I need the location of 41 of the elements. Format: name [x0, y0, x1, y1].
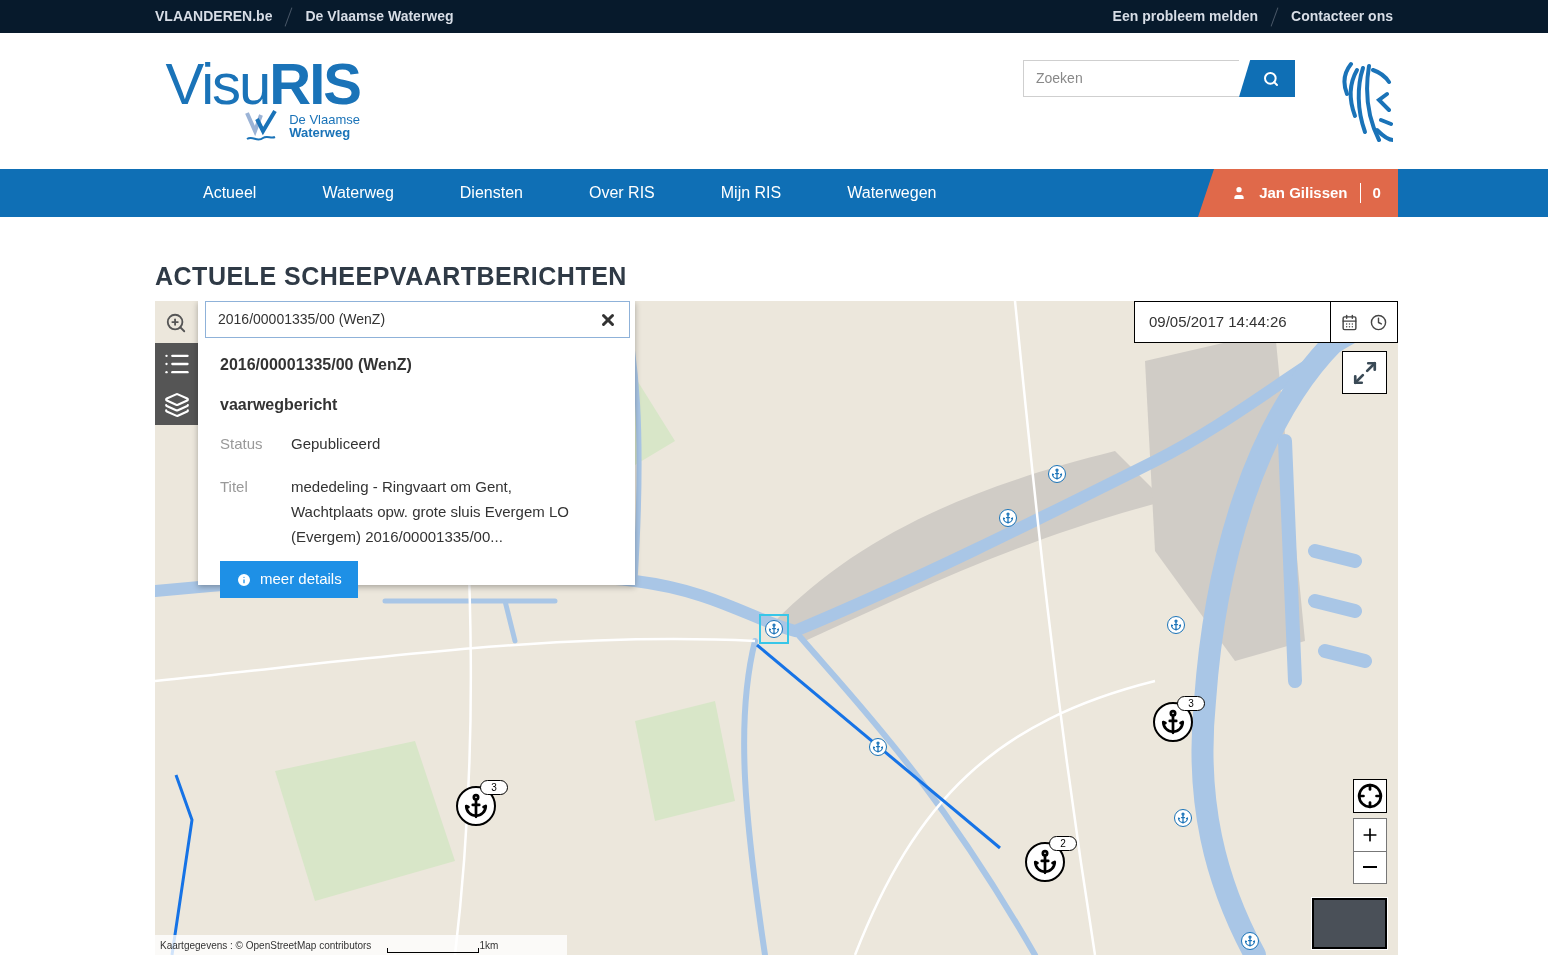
search-field[interactable]: 2016/00001335/00 (WenZ) — [205, 301, 630, 338]
field-value: mededeling - Ringvaart om Gent, Wachtplaats opw. grote sluis Evergem LO (Evergem) 2016/00001335/00... — [291, 477, 570, 547]
attribution-text: Kaartgegevens : © OpenStreetMap contributors — [160, 938, 372, 953]
search-field[interactable]: Zoeken — [1023, 60, 1239, 97]
clock-icon[interactable] — [1370, 313, 1387, 331]
logo-subtitle: De Vlaamse — [289, 113, 360, 126]
top-link[interactable]: Contacteer ons — [1291, 6, 1393, 27]
nav-item[interactable]: Waterweg — [289, 181, 427, 205]
fullscreen-button[interactable] — [1342, 351, 1387, 394]
top-link[interactable]: De Vlaamse Waterweg — [305, 6, 454, 27]
details-button[interactable]: meer details — [220, 561, 358, 598]
cluster-count: 2 — [1049, 836, 1077, 851]
field-value: Gepubliceerd — [291, 434, 382, 454]
datetime-field[interactable]: 09/05/2017 14:44:26 — [1134, 301, 1398, 343]
field-label: Titel — [220, 477, 249, 497]
top-link[interactable]: Een probleem melden — [1112, 6, 1259, 27]
nav-item[interactable]: Over RIS — [555, 181, 688, 205]
nav-item[interactable]: Mijn RIS — [687, 181, 815, 205]
cluster-count: 3 — [1177, 696, 1205, 711]
cluster-count: 3 — [480, 780, 508, 795]
nav-item[interactable]: Diensten — [426, 181, 556, 205]
layers-icon[interactable] — [163, 392, 190, 418]
satellite-thumbnail[interactable] — [1312, 898, 1387, 949]
search-button[interactable] — [1239, 60, 1295, 97]
minus-icon — [1363, 866, 1377, 869]
search-icon — [1263, 70, 1279, 87]
field-label: Status — [220, 434, 264, 454]
nav-item[interactable]: Actueel — [170, 181, 290, 205]
fullscreen-icon — [1351, 359, 1378, 386]
popup-title: 2016/00001335/00 (WenZ) — [220, 355, 413, 375]
nav-item[interactable]: Waterwegen — [814, 181, 970, 205]
info-icon — [236, 571, 252, 588]
scale-label: 1km — [479, 938, 499, 953]
user-button[interactable]: Jan Gilissen 0 — [1198, 169, 1398, 217]
locate-button[interactable] — [1353, 779, 1387, 813]
logo-title: VisuRIS — [165, 55, 360, 113]
page-title: ACTUELE SCHEEPVAARTBERICHTEN — [155, 262, 628, 290]
top-link[interactable]: VLAANDEREN.be — [155, 6, 273, 27]
calendar-icon[interactable] — [1341, 313, 1358, 331]
popup-type: vaarwegbericht — [220, 395, 339, 415]
logo-subtitle: Waterweg — [289, 126, 352, 139]
